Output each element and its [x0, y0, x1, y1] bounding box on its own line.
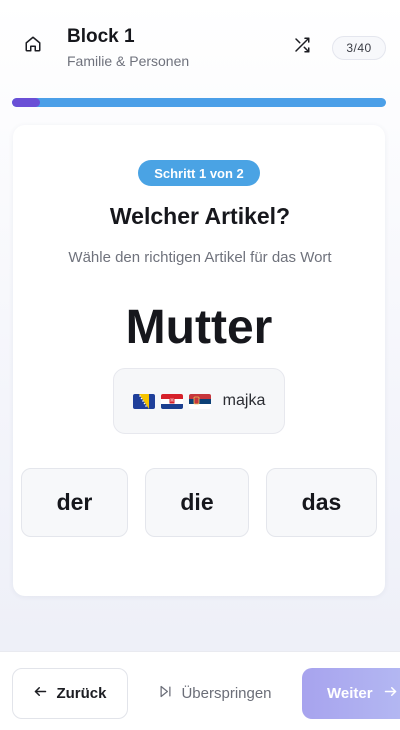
- arrow-right-icon: [383, 684, 398, 703]
- croatia-flag-icon: [160, 393, 183, 409]
- back-button-label: Zurück: [56, 685, 107, 702]
- skip-button[interactable]: Überspringen: [150, 668, 280, 719]
- option-der-button[interactable]: der: [21, 468, 128, 537]
- option-das-button[interactable]: das: [266, 468, 377, 537]
- home-icon: [24, 35, 42, 58]
- next-button[interactable]: Weiter: [302, 668, 400, 719]
- page-title: Block 1: [67, 26, 135, 47]
- target-word: Mutter: [125, 301, 273, 354]
- option-die-button[interactable]: die: [145, 468, 249, 537]
- card-counter: 3/40: [332, 36, 386, 60]
- page-subtitle: Familie & Personen: [67, 53, 190, 69]
- skip-forward-icon: [158, 684, 173, 703]
- progress-fill: [12, 98, 41, 107]
- progress-bar: [12, 98, 386, 107]
- shuffle-icon: [293, 36, 311, 59]
- translation-text: majka: [222, 392, 266, 409]
- next-button-label: Weiter: [327, 685, 373, 702]
- serbia-flag-icon: [188, 393, 211, 409]
- skip-button-label: Überspringen: [181, 685, 272, 702]
- header-bar: Block 1 Familie & Personen 3/40: [0, 0, 400, 90]
- home-button[interactable]: [18, 31, 48, 61]
- step-badge: Schritt 1 von 2: [138, 160, 260, 186]
- shuffle-button[interactable]: [288, 33, 316, 61]
- question-heading: Welcher Artikel?: [109, 203, 291, 229]
- instruction-text: Wähle den richtigen Artikel für das Wort: [68, 249, 332, 266]
- back-button[interactable]: Zurück: [12, 668, 128, 719]
- arrow-left-icon: [33, 684, 48, 703]
- translation-box: majka: [113, 368, 285, 434]
- bosnia-flag-icon: [132, 393, 155, 409]
